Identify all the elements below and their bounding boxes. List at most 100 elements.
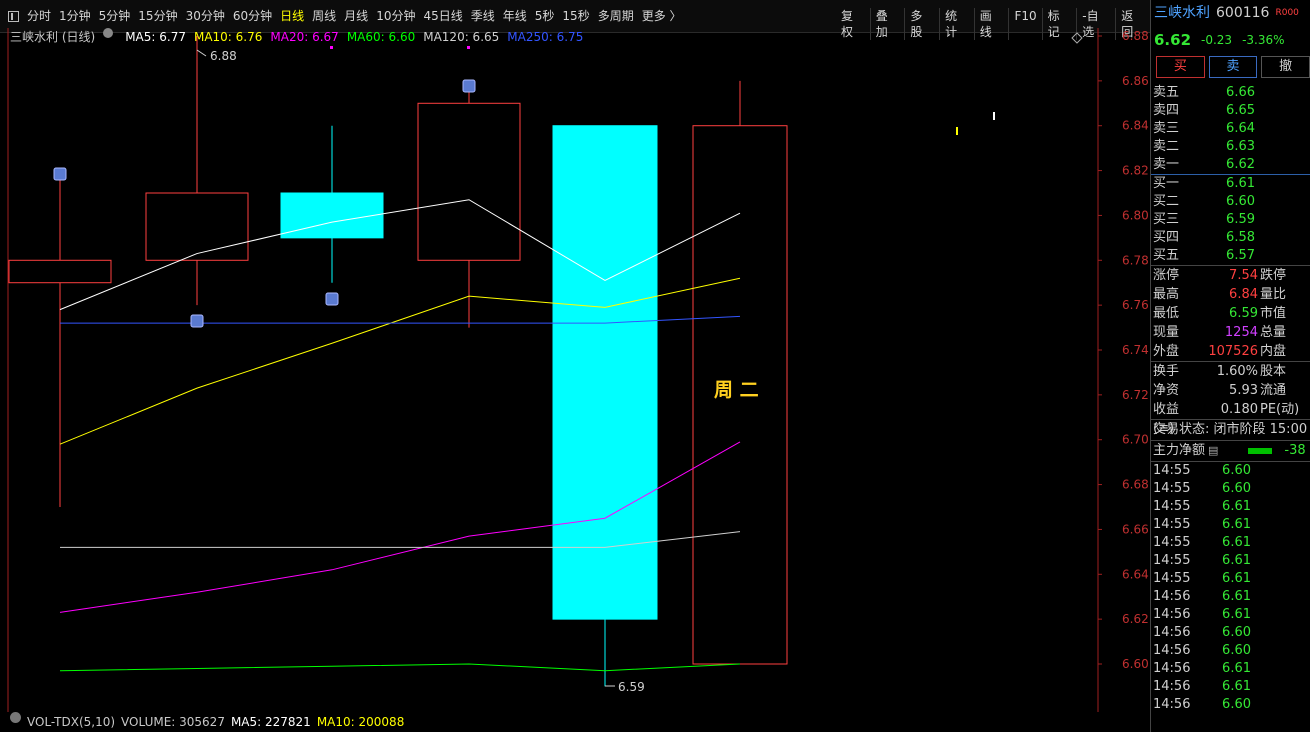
candlestick-chart[interactable]: 6.60 6.62 6.64 6.66 6.68 6.70 6.72 6.74 6.76 6.78… bbox=[0, 28, 1150, 712]
main-flow-value: -38 bbox=[1284, 443, 1306, 458]
period-tab[interactable]: 年线 bbox=[499, 8, 531, 24]
period-tab[interactable]: 45日线 bbox=[419, 8, 466, 24]
bid-row[interactable]: 买四 6.58 bbox=[1151, 229, 1310, 247]
stat-value: 0.180 bbox=[1220, 402, 1258, 417]
marker-dot bbox=[467, 46, 470, 49]
close-icon[interactable] bbox=[10, 712, 21, 723]
ask-row[interactable]: 卖三 6.64 bbox=[1151, 120, 1310, 138]
bid-row[interactable]: 买一 6.61 bbox=[1151, 175, 1310, 193]
tick-row: 14:55 6.61 bbox=[1151, 534, 1310, 552]
price-change-pct: -3.36% bbox=[1242, 33, 1285, 47]
period-tab[interactable]: 30分钟 bbox=[182, 8, 229, 24]
main-flow-row[interactable]: 主力净额 ▤ -38 bbox=[1151, 441, 1310, 461]
signal-marker-icon bbox=[190, 314, 204, 328]
tick-price: 6.60 bbox=[1222, 463, 1251, 478]
period-tab[interactable]: 15秒 bbox=[558, 8, 593, 24]
period-tab[interactable]: 分时 bbox=[23, 8, 55, 24]
ma-label: MA120: 6.65 bbox=[423, 30, 500, 44]
y-tick-label: 6.68 bbox=[1122, 478, 1149, 492]
tick-price: 6.61 bbox=[1222, 571, 1251, 586]
tick-list[interactable]: 14:55 6.60 14:55 6.60 14:55 6.61 14:55 6.61 14:5… bbox=[1151, 462, 1310, 714]
bid-price: 6.58 bbox=[1226, 230, 1255, 245]
period-tab[interactable]: 月线 bbox=[340, 8, 372, 24]
tick-row: 14:55 6.61 bbox=[1151, 516, 1310, 534]
stock-name[interactable]: 三峡水利 bbox=[1154, 0, 1210, 26]
stat-label: 涨停 bbox=[1153, 268, 1180, 283]
tick-time: 14:56 bbox=[1153, 589, 1191, 604]
tick-price: 6.61 bbox=[1222, 553, 1251, 568]
ma-info-bar: 三峡水利 (日线) MA5: 6.77 MA10: 6.76 MA20: 6.67 M… bbox=[0, 28, 583, 46]
quote-panel: 三峡水利 600116 R000 6.62 -0.23 -3.36% 买 卖 撤… bbox=[1151, 0, 1310, 732]
tick-price: 6.60 bbox=[1222, 481, 1251, 496]
tick-time: 14:56 bbox=[1153, 625, 1191, 640]
period-tab[interactable]: 15分钟 bbox=[134, 8, 181, 24]
ask-label: 卖五 bbox=[1153, 85, 1180, 100]
stat-value: 5.93 bbox=[1229, 383, 1258, 398]
tick-time: 14:56 bbox=[1153, 661, 1191, 676]
stat-value: 6.59 bbox=[1229, 306, 1258, 321]
tick-time: 14:55 bbox=[1153, 517, 1191, 532]
period-tab[interactable]: 日线 bbox=[276, 8, 308, 24]
period-tabs: 分时 1分钟 5分钟 15分钟 30分钟 60分钟 日线 周线 月线 10分钟 45日线 季线 年线 5秒… bbox=[8, 8, 686, 24]
tick-time: 14:55 bbox=[1153, 571, 1191, 586]
tick-price: 6.61 bbox=[1222, 679, 1251, 694]
stat-label-secondary: 股本 bbox=[1260, 364, 1287, 379]
volume-value: VOLUME: 305627 bbox=[121, 715, 225, 729]
ask-row[interactable]: 卖二 6.63 bbox=[1151, 138, 1310, 156]
stat-label: 最高 bbox=[1153, 287, 1180, 302]
panel-toggle-icon[interactable] bbox=[8, 10, 19, 22]
tick-row: 14:55 6.60 bbox=[1151, 480, 1310, 498]
period-tab[interactable]: 周线 bbox=[308, 8, 340, 24]
stat-label: 最低 bbox=[1153, 306, 1180, 321]
bid-row[interactable]: 买二 6.60 bbox=[1151, 193, 1310, 211]
y-tick-label: 6.74 bbox=[1122, 343, 1149, 357]
period-tab[interactable]: 多周期 bbox=[594, 8, 638, 24]
ma-line bbox=[59, 663, 741, 672]
buy-button[interactable]: 买 bbox=[1156, 56, 1205, 78]
period-tab[interactable]: 10分钟 bbox=[372, 8, 419, 24]
ask-row[interactable]: 卖五 6.66 bbox=[1151, 84, 1310, 102]
stat-label-secondary: 流通 bbox=[1260, 383, 1287, 398]
tick-time: 14:56 bbox=[1153, 679, 1191, 694]
volume-indicator-name[interactable]: VOL-TDX(5,10) bbox=[27, 712, 115, 732]
stock-header: 三峡水利 600116 R000 bbox=[1151, 0, 1310, 26]
period-tab[interactable]: 5秒 bbox=[531, 8, 559, 24]
period-tab[interactable]: 1分钟 bbox=[55, 8, 95, 24]
period-tab[interactable]: 60分钟 bbox=[229, 8, 276, 24]
marker-dot bbox=[956, 127, 958, 135]
period-tab[interactable]: 更多 〉 bbox=[638, 8, 686, 24]
y-tick-label: 6.84 bbox=[1122, 119, 1149, 133]
chart-title: 三峡水利 (日线) bbox=[10, 30, 96, 44]
main-flow-label: 主力净额 bbox=[1153, 443, 1206, 458]
diamond-icon[interactable] bbox=[1071, 32, 1083, 44]
bid-label: 买一 bbox=[1153, 176, 1180, 191]
main-flow-bar bbox=[1248, 448, 1273, 454]
ask-row[interactable]: 卖四 6.65 bbox=[1151, 102, 1310, 120]
tick-price: 6.61 bbox=[1222, 535, 1251, 550]
tick-time: 14:55 bbox=[1153, 481, 1191, 496]
period-tab[interactable]: 5分钟 bbox=[95, 8, 135, 24]
tick-price: 6.61 bbox=[1222, 499, 1251, 514]
sell-button[interactable]: 卖 bbox=[1208, 56, 1258, 78]
ask-list: 卖五 6.66 卖四 6.65 卖三 6.64 卖二 6.63 卖一 6.62 bbox=[1151, 84, 1310, 174]
ask-label: 卖三 bbox=[1153, 121, 1180, 136]
settings-gear-icon[interactable] bbox=[103, 28, 114, 38]
marker-dot bbox=[330, 46, 333, 49]
bid-row[interactable]: 买三 6.59 bbox=[1151, 211, 1310, 229]
ask-label: 卖一 bbox=[1153, 157, 1180, 172]
stat-row: 最高 6.84 量比 bbox=[1151, 285, 1310, 304]
tick-time: 14:55 bbox=[1153, 535, 1191, 550]
y-tick-label: 6.76 bbox=[1122, 298, 1149, 312]
bid-price: 6.59 bbox=[1226, 212, 1255, 227]
period-tab[interactable]: 季线 bbox=[467, 8, 499, 24]
y-tick-label: 6.86 bbox=[1122, 74, 1149, 88]
cancel-order-button[interactable]: 撤 bbox=[1261, 56, 1310, 78]
bid-row[interactable]: 买五 6.57 bbox=[1151, 247, 1310, 265]
y-tick-label: 6.72 bbox=[1122, 388, 1149, 402]
stat-value: 1254 bbox=[1224, 325, 1258, 340]
ma-label: MA10: 6.76 bbox=[193, 30, 263, 44]
stat-label-secondary: 量比 bbox=[1260, 287, 1287, 302]
stats2-block: 换手 1.60% 股本 净资 5.93 流通 收益(≡) 0.180 PE(动) bbox=[1151, 362, 1310, 436]
ask-row[interactable]: 卖一 6.62 bbox=[1151, 156, 1310, 174]
y-tick-label: 6.80 bbox=[1122, 208, 1149, 222]
